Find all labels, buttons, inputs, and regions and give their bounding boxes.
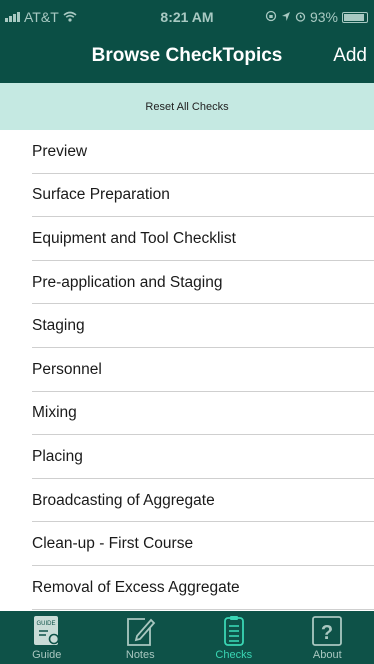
tab-label: Checks: [215, 649, 253, 661]
notes-icon: [127, 618, 156, 646]
status-bar: AT&T 8:21 AM 93%: [0, 0, 374, 34]
list-item[interactable]: Preview: [0, 130, 374, 174]
battery-fill: [344, 13, 365, 21]
tab-label: About: [312, 649, 342, 661]
status-right: 93%: [265, 9, 368, 25]
battery-percent: 93%: [309, 9, 338, 25]
nav-header: AT&T 8:21 AM 93% Browse CheckTopics Add: [0, 0, 374, 83]
list-item[interactable]: Surface Preparation: [0, 174, 374, 218]
list-item[interactable]: Clean-up - First Course: [0, 522, 374, 566]
page-title: Browse CheckTopics: [91, 45, 283, 66]
list-item[interactable]: Removal of Excess Aggregate: [0, 566, 374, 610]
checks-icon: [223, 616, 244, 646]
list-item[interactable]: Placing: [0, 435, 374, 479]
list-item[interactable]: Broadcasting of Aggregate: [0, 479, 374, 523]
alarm-icon: [295, 9, 306, 25]
reset-all-checks-button[interactable]: Reset All Checks: [0, 83, 374, 130]
list-item[interactable]: Equipment and Tool Checklist: [0, 217, 374, 261]
tab-guide[interactable]: GUIDE Guide: [0, 611, 94, 664]
list-item[interactable]: Staging: [0, 304, 374, 348]
lock-rotation-icon: [265, 9, 277, 25]
topic-list: Preview Surface Preparation Equipment an…: [0, 130, 374, 610]
add-button[interactable]: Add: [333, 45, 367, 67]
tab-checks[interactable]: Checks: [187, 611, 281, 664]
tab-about[interactable]: ? About: [281, 611, 374, 664]
list-item[interactable]: Personnel: [0, 348, 374, 392]
guide-icon-text: GUIDE: [36, 621, 55, 627]
tab-notes[interactable]: Notes: [94, 611, 188, 664]
list-item[interactable]: Pre-application and Staging: [0, 261, 374, 305]
guide-icon: GUIDE: [33, 616, 60, 645]
about-icon: ?: [312, 616, 343, 646]
list-item[interactable]: Mixing: [0, 392, 374, 436]
tab-label: Notes: [125, 649, 155, 661]
location-icon: [281, 9, 291, 25]
about-icon-text: ?: [321, 622, 333, 644]
tab-bar: GUIDE Guide Notes Checks ? About: [0, 611, 374, 664]
battery-icon: [342, 11, 368, 23]
tab-label: Guide: [32, 649, 62, 661]
